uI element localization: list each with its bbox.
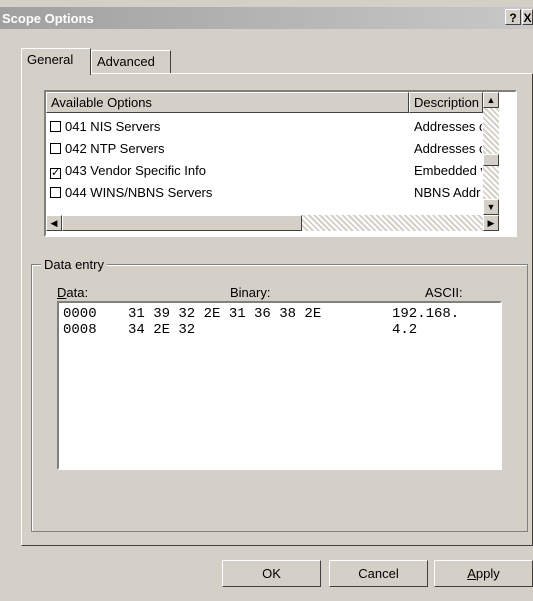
column-header-available-options[interactable]: Available Options bbox=[46, 92, 409, 113]
apply-button[interactable]: Apply bbox=[434, 560, 533, 587]
cancel-button[interactable]: Cancel bbox=[329, 560, 428, 587]
description-cell: Embedded v bbox=[414, 163, 482, 178]
options-list[interactable]: Available Options Description 041 NIS Se… bbox=[44, 90, 517, 237]
tab-advanced[interactable]: Advanced bbox=[91, 50, 171, 74]
description-cell: Addresses c bbox=[414, 119, 482, 134]
window-title: Scope Options bbox=[2, 11, 94, 26]
title-bar: Scope Options bbox=[0, 7, 533, 29]
ascii-column-label: ASCII: bbox=[425, 285, 463, 300]
hex-ascii: 4.2 bbox=[392, 322, 418, 338]
description-cell: NBNS Addr bbox=[414, 185, 481, 200]
scroll-left-icon[interactable]: ◀ bbox=[46, 215, 62, 231]
checkbox[interactable] bbox=[50, 121, 61, 132]
hex-bytes: 31 39 32 2E 31 36 38 2E bbox=[128, 306, 322, 322]
hex-offset: 0000 bbox=[63, 306, 97, 322]
list-item[interactable]: ✓ 043 Vendor Specific Info bbox=[50, 163, 206, 182]
scroll-down-icon[interactable]: ▼ bbox=[483, 199, 499, 215]
ok-button[interactable]: OK bbox=[222, 560, 321, 587]
scroll-right-icon[interactable]: ▶ bbox=[483, 215, 499, 231]
hex-ascii: 192.168. bbox=[392, 306, 460, 322]
hex-bytes: 34 2E 32 bbox=[128, 322, 196, 338]
binary-column-label: Binary: bbox=[230, 285, 271, 300]
hex-editor[interactable]: 0000 31 39 32 2E 31 36 38 2E 192.168. 00… bbox=[57, 301, 502, 470]
list-item[interactable]: 042 NTP Servers bbox=[50, 141, 164, 160]
checkbox-checked[interactable]: ✓ bbox=[50, 168, 61, 179]
checkbox[interactable] bbox=[50, 143, 61, 154]
data-column-label: Data: bbox=[57, 285, 89, 300]
scrollbar-thumb[interactable] bbox=[483, 154, 499, 166]
group-label: Data entry bbox=[41, 257, 107, 272]
list-item[interactable]: 044 WINS/NBNS Servers bbox=[50, 185, 212, 204]
help-button[interactable]: ? bbox=[505, 9, 521, 25]
close-button[interactable]: X bbox=[522, 9, 533, 25]
scrollbar-thumb[interactable] bbox=[62, 215, 302, 231]
tab-general[interactable]: General bbox=[21, 48, 91, 75]
checkbox[interactable] bbox=[50, 187, 61, 198]
description-cell: Addresses c bbox=[414, 141, 482, 156]
scroll-up-icon[interactable]: ▲ bbox=[483, 92, 499, 108]
hex-offset: 0008 bbox=[63, 322, 97, 338]
column-header-description[interactable]: Description bbox=[409, 92, 483, 113]
list-item[interactable]: 041 NIS Servers bbox=[50, 119, 160, 138]
